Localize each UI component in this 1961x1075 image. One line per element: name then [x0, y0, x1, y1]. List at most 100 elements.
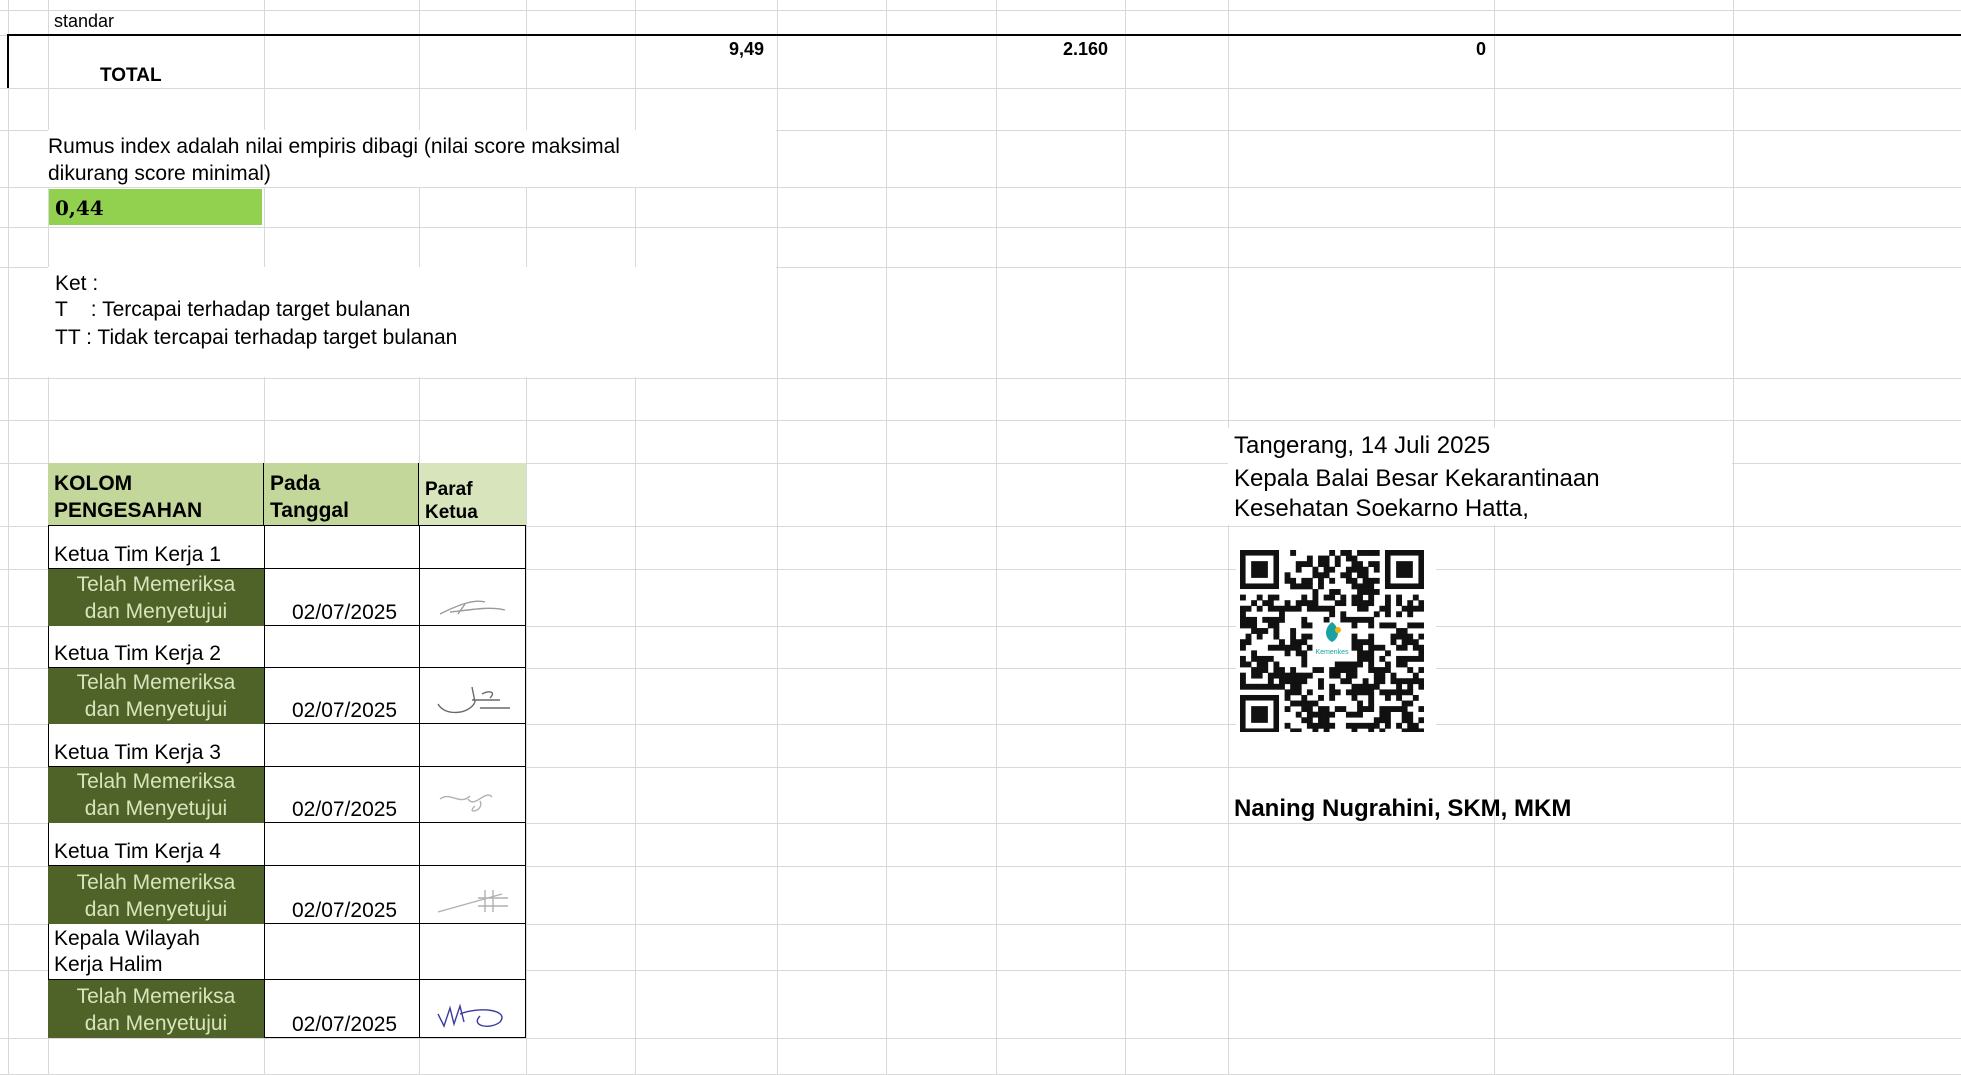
divider — [264, 767, 265, 823]
approval-status-row: Telah Memeriksa dan Menyetujui 02/07/2025 — [48, 668, 526, 724]
signature-initial-image — [439, 600, 506, 615]
signature-title-line-1: Kepala Balai Besar Kekarantinaan — [1234, 465, 1600, 492]
approval-status-line-2: dan Menyetujui — [84, 698, 228, 721]
spreadsheet: standar TOTAL 9,49 2.160 0 Rumus index a… — [0, 0, 1961, 1075]
approval-status-line-1: Telah Memeriksa — [76, 770, 236, 793]
signature-initial-image — [439, 794, 493, 812]
divider — [264, 866, 265, 924]
divider — [264, 668, 265, 724]
total-row-border — [7, 34, 1961, 36]
approval-role-cell: Ketua Tim Kerja 3 — [48, 724, 526, 767]
divider — [264, 526, 265, 569]
divider — [419, 924, 420, 980]
signature-initial-image — [437, 686, 510, 714]
approval-role-cell: Kepala Wilayah Kerja Halim — [48, 924, 526, 980]
approval-status-cell: Telah Memeriksa dan Menyetujui — [48, 767, 264, 823]
header-kolom: KOLOM — [54, 472, 133, 495]
approval-header-col1: KOLOM PENGESAHAN — [48, 463, 264, 526]
signature-initial-image — [437, 890, 508, 913]
approval-status-row: Telah Memeriksa dan Menyetujui 02/07/2025 — [48, 980, 526, 1038]
divider — [419, 980, 420, 1038]
approval-status-line-2: dan Menyetujui — [84, 1012, 228, 1035]
approval-status-cell: Telah Memeriksa dan Menyetujui — [48, 980, 264, 1038]
ket-cell-bg — [48, 267, 776, 377]
signature-name: Naning Nugrahini, SKM, MKM — [1234, 795, 1572, 822]
header-paraf: Paraf — [425, 479, 473, 500]
gridline-horizontal — [0, 88, 1961, 89]
approval-date: 02/07/2025 — [292, 798, 398, 821]
approval-role-line-1: Ketua Tim Kerja 3 — [54, 741, 221, 764]
total-value-1: 9,49 — [729, 39, 765, 59]
qr-logo-text: Kemenkes — [1315, 649, 1349, 656]
total-value-2: 2.160 — [1063, 39, 1109, 59]
divider — [264, 924, 265, 980]
approval-role-line-1: Kepala Wilayah — [54, 927, 200, 950]
divider — [419, 526, 420, 569]
qr-code: Kemenkes — [1240, 550, 1424, 732]
formula-line-2: dikurang score minimal) — [48, 162, 271, 185]
approval-header-col2: Pada Tanggal — [264, 463, 419, 526]
approval-role-cell: Ketua Tim Kerja 1 — [48, 526, 526, 569]
approval-date: 02/07/2025 — [292, 601, 398, 624]
approval-date: 02/07/2025 — [292, 899, 398, 922]
header-ketua: Ketua — [425, 502, 478, 523]
divider — [264, 823, 265, 866]
divider — [419, 866, 420, 924]
header-pada: Pada — [270, 472, 321, 495]
signature-place-date: Tangerang, 14 Juli 2025 — [1234, 432, 1491, 459]
ket-line-tt: TT : Tidak tercapai terhadap target bula… — [55, 326, 458, 349]
approval-status-cell: Telah Memeriksa dan Menyetujui — [48, 866, 264, 924]
ket-title: Ket : — [55, 272, 99, 295]
header-tanggal: Tanggal — [270, 499, 349, 522]
approval-status-cell: Telah Memeriksa dan Menyetujui — [48, 668, 264, 724]
divider — [419, 724, 420, 767]
divider — [419, 569, 420, 626]
formula-line-1: Rumus index adalah nilai empiris dibagi … — [48, 135, 620, 158]
approval-date: 02/07/2025 — [292, 1013, 398, 1036]
approval-status-line-1: Telah Memeriksa — [76, 671, 236, 694]
approval-status-line-1: Telah Memeriksa — [76, 985, 236, 1008]
approval-role-line-2: Kerja Halim — [54, 953, 163, 976]
approval-role-line-1: Ketua Tim Kerja 2 — [54, 642, 221, 665]
divider — [419, 767, 420, 823]
gridline-horizontal — [0, 378, 1961, 379]
divider — [419, 668, 420, 724]
approval-role-line-1: Ketua Tim Kerja 1 — [54, 543, 221, 566]
gridline-vertical — [8, 0, 9, 1074]
divider — [264, 569, 265, 626]
divider — [264, 626, 265, 668]
gridline-vertical — [1228, 0, 1229, 1074]
gridline-vertical — [1733, 0, 1734, 1074]
gridline-horizontal — [0, 10, 1961, 11]
approval-role-cell: Ketua Tim Kerja 2 — [48, 626, 526, 668]
gridline-vertical — [1494, 0, 1495, 1074]
gridline-vertical — [886, 0, 887, 1074]
signature-initial-image — [437, 1003, 503, 1028]
approval-status-cell: Telah Memeriksa dan Menyetujui — [48, 569, 264, 626]
approval-role-cell: Ketua Tim Kerja 4 — [48, 823, 526, 866]
gridline-horizontal — [0, 1038, 1961, 1039]
gridline-vertical — [996, 0, 997, 1074]
gridline-horizontal — [0, 187, 1961, 188]
signature-title-line-2: Kesehatan Soekarno Hatta, — [1234, 495, 1529, 522]
gridline-horizontal — [0, 227, 1961, 228]
gridline-vertical — [1125, 0, 1126, 1074]
divider — [419, 823, 420, 866]
gridline-vertical — [777, 0, 778, 1074]
divider — [264, 724, 265, 767]
approval-header-col3: Paraf Ketua — [419, 463, 526, 526]
approval-role-line-1: Ketua Tim Kerja 4 — [54, 840, 221, 863]
approval-status-line-2: dan Menyetujui — [84, 600, 228, 623]
divider — [264, 980, 265, 1038]
total-label: TOTAL — [100, 65, 162, 86]
standar-label: standar — [54, 11, 115, 31]
total-value-3: 0 — [1476, 39, 1487, 59]
ket-line-t: T : Tercapai terhadap target bulanan — [55, 298, 411, 321]
approval-status-line-1: Telah Memeriksa — [76, 871, 236, 894]
approval-date: 02/07/2025 — [292, 699, 398, 722]
header-pengesahan: PENGESAHAN — [54, 499, 203, 522]
approval-status-row: Telah Memeriksa dan Menyetujui 02/07/2025 — [48, 866, 526, 924]
approval-status-line-1: Telah Memeriksa — [76, 573, 236, 596]
approval-status-line-2: dan Menyetujui — [84, 898, 228, 921]
approval-status-row: Telah Memeriksa dan Menyetujui 02/07/2025 — [48, 569, 526, 626]
